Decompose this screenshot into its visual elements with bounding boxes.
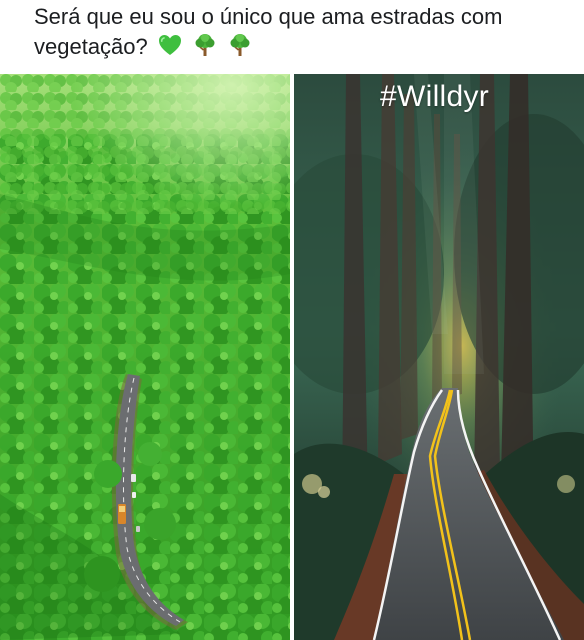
aerial-forest-road-photo[interactable] (0, 74, 290, 640)
redwood-forest-road-photo[interactable]: #Willdyr (294, 74, 584, 640)
green-heart-icon (158, 35, 181, 55)
redwood-forest-road-image (294, 74, 584, 640)
watermark-text: #Willdyr (380, 80, 490, 113)
post-caption-text: Será que eu sou o único que ama estradas… (34, 4, 503, 59)
post-caption: Será que eu sou o único que ama estradas… (34, 2, 564, 62)
deciduous-tree-icon (195, 34, 215, 56)
social-post: Será que eu sou o único que ama estradas… (0, 0, 584, 640)
aerial-forest-road-image (0, 74, 290, 640)
deciduous-tree-icon (230, 34, 250, 56)
photo-collage[interactable]: #Willdyr (0, 74, 584, 640)
